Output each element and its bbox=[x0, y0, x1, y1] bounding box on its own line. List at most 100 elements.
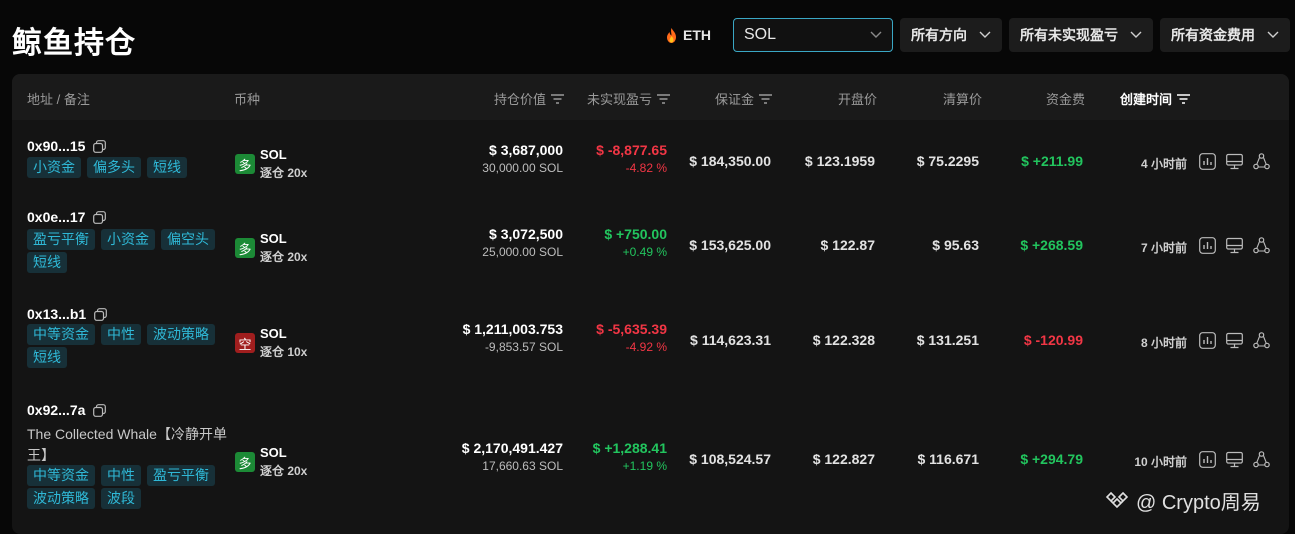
positions-table: 地址 / 备注 币种 持仓价值 未实现盈亏 保证金 开盘价 清算价 资金费 创建… bbox=[12, 74, 1289, 534]
funding-fee: $ +211.99 bbox=[1021, 153, 1083, 169]
tag: 小资金 bbox=[101, 229, 155, 250]
row-actions bbox=[1199, 153, 1270, 170]
chart-icon[interactable] bbox=[1199, 332, 1216, 349]
col-coin: 币种 bbox=[234, 92, 261, 107]
chevron-down-icon bbox=[870, 31, 882, 38]
coin-name: SOL bbox=[260, 326, 287, 341]
tag: 中等资金 bbox=[27, 324, 95, 345]
funding-fee: $ +294.79 bbox=[1020, 451, 1083, 467]
created-time: 8 小时前 bbox=[1140, 336, 1187, 350]
row-actions bbox=[1199, 451, 1270, 468]
table-row[interactable]: 0x90...15 小资金 偏多头 短线 多 SOL 逐仓 20x $ 3,68… bbox=[12, 120, 1289, 200]
position-value: $ 3,687,000 30,000.00 SOL bbox=[482, 142, 563, 175]
entry-price: $ 122.328 bbox=[812, 332, 875, 348]
flame-icon bbox=[667, 27, 676, 43]
position-value: $ 1,211,003.753 -9,853.57 SOL bbox=[462, 321, 563, 354]
logo-icon bbox=[1105, 491, 1129, 508]
chevron-down-icon bbox=[979, 31, 991, 38]
coin-name: SOL bbox=[260, 147, 287, 162]
row-actions bbox=[1199, 332, 1270, 349]
col-created[interactable]: 创建时间 bbox=[1120, 89, 1191, 108]
col-value[interactable]: 持仓价值 bbox=[494, 89, 565, 108]
coin-cell: 多 SOL 逐仓 20x bbox=[235, 146, 307, 182]
chevron-down-icon bbox=[1130, 31, 1142, 38]
col-margin[interactable]: 保证金 bbox=[715, 89, 773, 108]
sort-icon[interactable] bbox=[759, 93, 773, 104]
chevron-down-icon bbox=[1267, 31, 1279, 38]
created-time: 4 小时前 bbox=[1140, 157, 1187, 171]
col-address: 地址 / 备注 bbox=[27, 92, 90, 107]
entry-price: $ 122.87 bbox=[820, 237, 876, 253]
leverage: 逐仓 20x bbox=[260, 464, 308, 478]
side-badge: 多 bbox=[235, 154, 255, 174]
copy-icon[interactable] bbox=[93, 210, 107, 224]
sort-icon[interactable] bbox=[1177, 93, 1191, 104]
sort-icon[interactable] bbox=[551, 93, 565, 104]
page-title: 鲸鱼持仓 bbox=[12, 27, 136, 60]
liq-price: $ 116.671 bbox=[917, 451, 979, 467]
col-funding: 资金费 bbox=[1046, 92, 1086, 107]
direction-select-value: 所有方向 bbox=[911, 27, 967, 43]
tag: 短线 bbox=[27, 347, 67, 368]
tag: 盈亏平衡 bbox=[147, 465, 215, 486]
tag: 波动策略 bbox=[147, 324, 215, 345]
tag: 波动策略 bbox=[27, 488, 95, 509]
tag: 中性 bbox=[101, 465, 141, 486]
copy-icon[interactable] bbox=[93, 403, 107, 417]
side-badge: 多 bbox=[235, 238, 255, 258]
unrealized-pnl: $ +1,288.41 +1.19 % bbox=[592, 440, 667, 473]
leverage: 逐仓 20x bbox=[260, 250, 308, 264]
monitor-icon[interactable] bbox=[1226, 451, 1243, 468]
share-icon[interactable] bbox=[1253, 237, 1270, 254]
watermark: @ Crypto周易 bbox=[1104, 486, 1261, 515]
funding-fee: $ -120.99 bbox=[1023, 332, 1083, 348]
share-icon[interactable] bbox=[1253, 451, 1270, 468]
tag: 短线 bbox=[27, 252, 67, 273]
unrealized-pnl: $ -8,877.65 -4.82 % bbox=[596, 142, 667, 175]
side-badge: 空 bbox=[235, 333, 255, 353]
tag: 小资金 bbox=[27, 157, 81, 178]
side-badge: 多 bbox=[235, 452, 255, 472]
entry-price: $ 122.827 bbox=[812, 451, 875, 467]
share-icon[interactable] bbox=[1253, 332, 1270, 349]
monitor-icon[interactable] bbox=[1226, 153, 1243, 170]
col-pnl[interactable]: 未实现盈亏 bbox=[587, 89, 671, 108]
address-link[interactable]: 0x13...b1 bbox=[27, 306, 108, 322]
address-link[interactable]: 0x0e...17 bbox=[27, 209, 107, 225]
coin-select[interactable]: SOL bbox=[733, 18, 893, 52]
funding-select[interactable]: 所有资金费用 bbox=[1160, 18, 1290, 52]
share-icon[interactable] bbox=[1253, 153, 1270, 170]
monitor-icon[interactable] bbox=[1226, 332, 1243, 349]
position-value: $ 2,170,491.427 17,660.63 SOL bbox=[461, 440, 563, 473]
unrealized-pnl: $ +750.00 +0.49 % bbox=[604, 226, 667, 259]
table-row[interactable]: 0x13...b1 中等资金 中性 波动策略 短线 空 SOL 逐仓 10x $… bbox=[12, 288, 1289, 384]
entry-price: $ 123.1959 bbox=[804, 153, 875, 169]
chart-icon[interactable] bbox=[1199, 237, 1216, 254]
address-link[interactable]: 0x90...15 bbox=[27, 138, 107, 154]
address-note: The Collected Whale【冷静开单王】 bbox=[27, 426, 227, 463]
chart-icon[interactable] bbox=[1199, 153, 1216, 170]
created-time: 10 小时前 bbox=[1134, 455, 1187, 469]
tag: 短线 bbox=[147, 157, 187, 178]
watermark-text: @ Crypto周易 bbox=[1136, 492, 1261, 514]
table-row[interactable]: 0x0e...17 盈亏平衡 小资金 偏空头 短线 多 SOL 逐仓 20x $… bbox=[12, 200, 1289, 288]
coin-name: SOL bbox=[260, 231, 287, 246]
table-row[interactable]: 0x92...7a The Collected Whale【冷静开单王】 中等资… bbox=[12, 384, 1289, 534]
copy-icon[interactable] bbox=[93, 139, 107, 153]
chart-icon[interactable] bbox=[1199, 451, 1216, 468]
pnl-select[interactable]: 所有未实现盈亏 bbox=[1009, 18, 1153, 52]
direction-select[interactable]: 所有方向 bbox=[900, 18, 1002, 52]
eth-filter-button[interactable]: ETH bbox=[666, 27, 711, 43]
position-value: $ 3,072,500 25,000.00 SOL bbox=[482, 226, 563, 259]
tag: 偏多头 bbox=[87, 157, 141, 178]
margin: $ 153,625.00 bbox=[689, 237, 771, 253]
tag: 中性 bbox=[101, 324, 141, 345]
copy-icon[interactable] bbox=[94, 307, 108, 321]
liq-price: $ 95.63 bbox=[932, 237, 979, 253]
margin: $ 114,623.31 bbox=[690, 332, 771, 348]
monitor-icon[interactable] bbox=[1226, 237, 1243, 254]
tag: 盈亏平衡 bbox=[27, 229, 95, 250]
sort-icon[interactable] bbox=[657, 93, 671, 104]
leverage: 逐仓 20x bbox=[260, 166, 308, 180]
address-link[interactable]: 0x92...7a bbox=[27, 402, 107, 418]
